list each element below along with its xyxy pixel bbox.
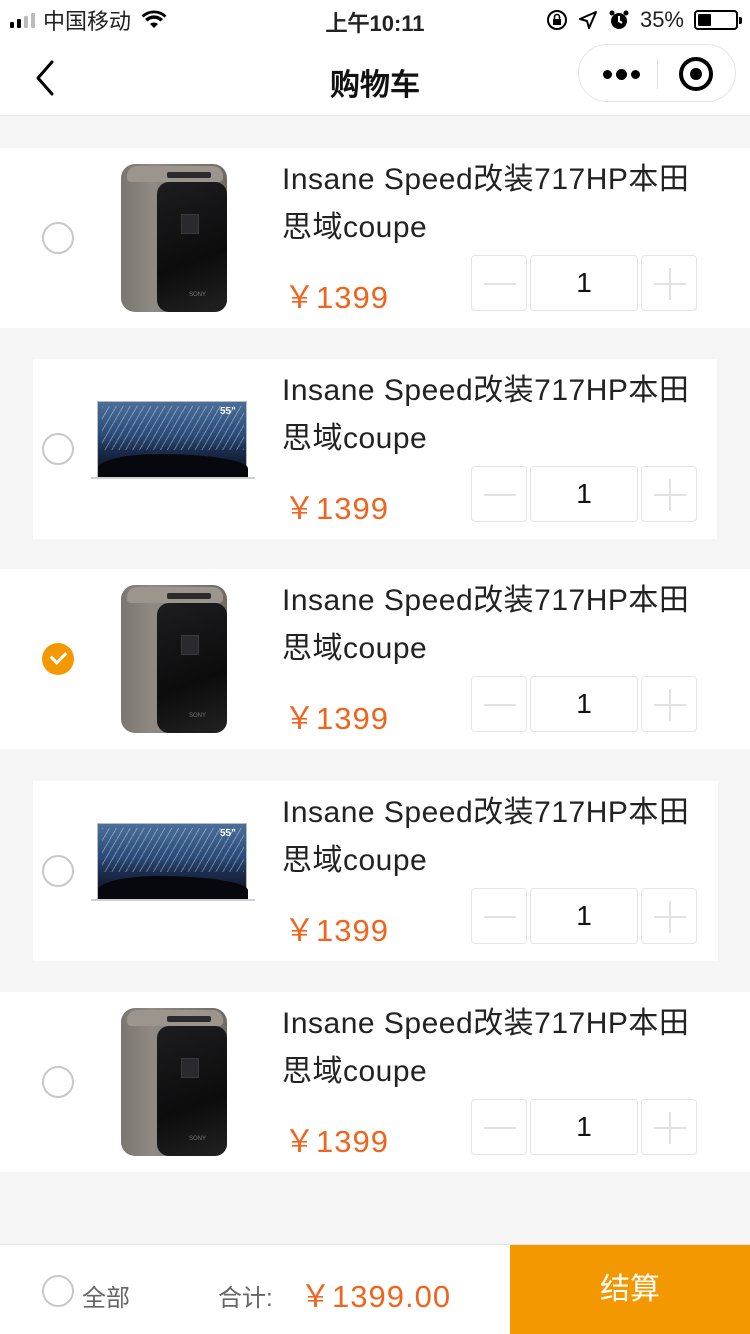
- product-title[interactable]: Insane Speed改装717HP本田思域coupe: [282, 156, 712, 252]
- increase-quantity-button[interactable]: [641, 466, 697, 522]
- cart-item[interactable]: 55" Insane Speed改装717HP本田思域coupe ￥1399 1: [33, 781, 718, 961]
- quantity-stepper: 1: [471, 255, 697, 311]
- quantity-input[interactable]: 1: [530, 676, 638, 732]
- battery-fill: [698, 14, 711, 26]
- cart-item[interactable]: 55" Insane Speed改装717HP本田思域coupe ￥1399 1: [33, 359, 717, 539]
- product-image[interactable]: SONY: [83, 992, 263, 1172]
- alarm-icon: [609, 10, 629, 29]
- quantity-input[interactable]: 1: [530, 466, 638, 522]
- select-all-label: 全部: [82, 1285, 130, 1312]
- quantity-stepper: 1: [471, 466, 697, 522]
- tv-size-label: 55": [220, 406, 236, 417]
- quantity-input[interactable]: 1: [530, 255, 638, 311]
- product-price: ￥1399: [284, 280, 389, 315]
- projector-brand-logo: SONY: [189, 292, 207, 298]
- capsule-divider: [657, 59, 658, 89]
- projector-illustration: SONY: [121, 164, 227, 314]
- tv-illustration: 55": [91, 823, 255, 901]
- item-checkbox[interactable]: [42, 433, 74, 465]
- decrease-quantity-button[interactable]: [471, 888, 527, 944]
- location-arrow-icon: [578, 11, 597, 29]
- product-price: ￥1399: [284, 1124, 389, 1159]
- decrease-quantity-button[interactable]: [471, 466, 527, 522]
- total-label: 合计:: [218, 1285, 273, 1312]
- orientation-lock-icon: [546, 10, 567, 30]
- product-title[interactable]: Insane Speed改装717HP本田思域coupe: [282, 577, 712, 673]
- total-price: ￥1399.00: [300, 1279, 452, 1314]
- more-options-icon[interactable]: [599, 61, 643, 87]
- product-image[interactable]: 55": [83, 781, 263, 961]
- select-all-checkbox[interactable]: [42, 1275, 74, 1307]
- item-checkbox[interactable]: [42, 855, 74, 887]
- product-image[interactable]: 55": [83, 359, 263, 539]
- quantity-stepper: 1: [471, 888, 697, 944]
- checkout-button[interactable]: 结算: [510, 1245, 750, 1334]
- increase-quantity-button[interactable]: [641, 888, 697, 944]
- quantity-input[interactable]: 1: [530, 1099, 638, 1155]
- projector-brand-logo: SONY: [189, 713, 207, 719]
- nav-bar: 购物车: [0, 40, 750, 116]
- increase-quantity-button[interactable]: [641, 255, 697, 311]
- item-checkbox[interactable]: [42, 643, 74, 675]
- quantity-stepper: 1: [471, 1099, 697, 1155]
- product-price: ￥1399: [284, 491, 389, 526]
- product-title[interactable]: Insane Speed改装717HP本田思域coupe: [282, 789, 712, 885]
- projector-brand-logo: SONY: [189, 1136, 207, 1142]
- projector-illustration: SONY: [121, 1008, 227, 1158]
- status-bar: 中国移动 上午10:11 35%: [0, 0, 750, 40]
- product-title[interactable]: Insane Speed改装717HP本田思域coupe: [282, 1000, 712, 1096]
- decrease-quantity-button[interactable]: [471, 676, 527, 732]
- product-title[interactable]: Insane Speed改装717HP本田思域coupe: [282, 367, 712, 463]
- checkout-bar: 全部 合计: ￥1399.00 结算: [0, 1244, 750, 1334]
- close-mini-program-icon[interactable]: [679, 57, 713, 91]
- projector-illustration: SONY: [121, 585, 227, 735]
- product-price: ￥1399: [284, 701, 389, 736]
- product-price: ￥1399: [284, 913, 389, 948]
- tv-size-label: 55": [220, 828, 236, 839]
- product-image[interactable]: SONY: [83, 148, 263, 328]
- decrease-quantity-button[interactable]: [471, 255, 527, 311]
- status-right: 35%: [546, 6, 742, 34]
- increase-quantity-button[interactable]: [641, 676, 697, 732]
- battery-percent: 35%: [639, 7, 684, 32]
- quantity-stepper: 1: [471, 676, 697, 732]
- cart-item[interactable]: SONY Insane Speed改装717HP本田思域coupe ￥1399 1: [0, 148, 750, 328]
- product-image[interactable]: SONY: [83, 569, 263, 749]
- decrease-quantity-button[interactable]: [471, 1099, 527, 1155]
- quantity-input[interactable]: 1: [530, 888, 638, 944]
- increase-quantity-button[interactable]: [641, 1099, 697, 1155]
- tv-illustration: 55": [91, 401, 255, 479]
- cart-item[interactable]: SONY Insane Speed改装717HP本田思域coupe ￥1399 1: [0, 569, 750, 749]
- mini-program-capsule: [578, 44, 736, 102]
- battery-icon: [694, 10, 742, 30]
- item-checkbox[interactable]: [42, 1066, 74, 1098]
- item-checkbox[interactable]: [42, 222, 74, 254]
- cart-item[interactable]: SONY Insane Speed改装717HP本田思域coupe ￥1399 1: [0, 992, 750, 1172]
